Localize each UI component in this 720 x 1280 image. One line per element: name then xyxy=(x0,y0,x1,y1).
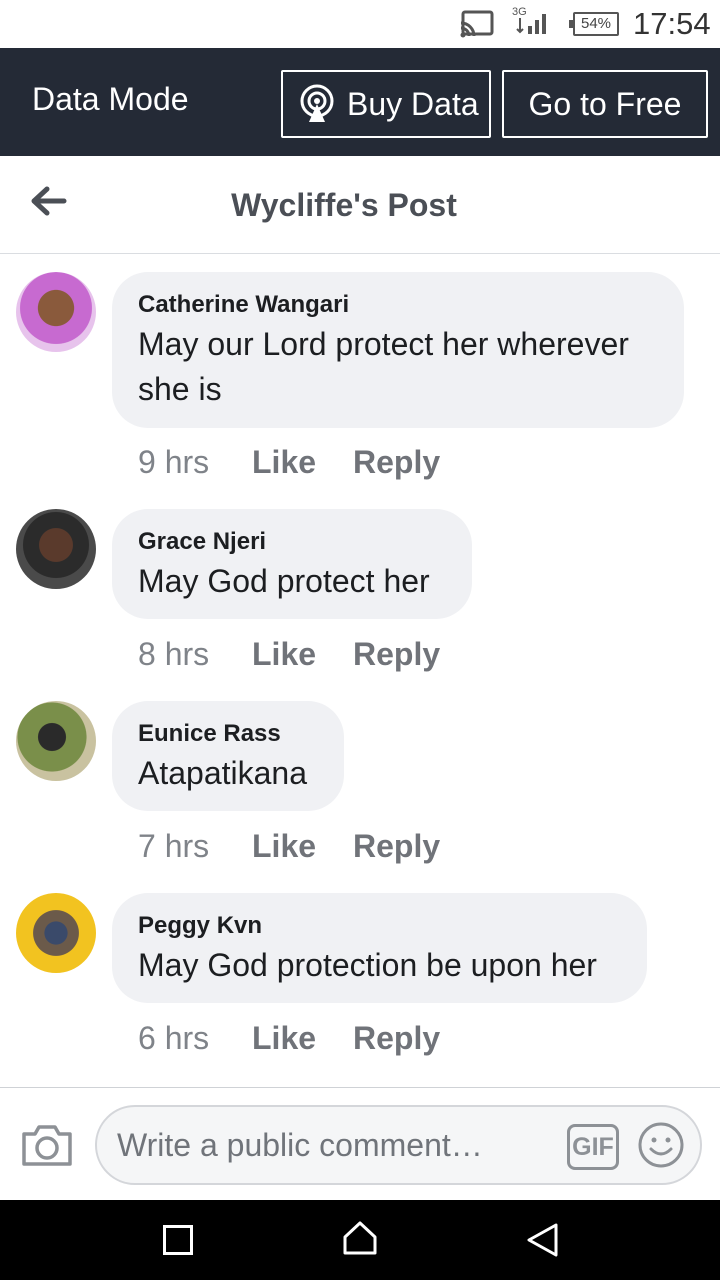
smiley-icon[interactable] xyxy=(637,1121,685,1169)
avatar[interactable] xyxy=(16,893,96,973)
like-button[interactable]: Like xyxy=(252,444,316,480)
go-to-free-button[interactable]: Go to Free xyxy=(502,70,708,138)
commenter-name[interactable]: Grace Njeri xyxy=(138,527,444,557)
comment-text: May God protection be upon her xyxy=(138,947,597,983)
data-mode-label: Data Mode xyxy=(32,81,189,117)
comment-bubble: Eunice Rass Atapatikana xyxy=(112,701,344,811)
gif-icon[interactable]: GIF xyxy=(567,1124,619,1170)
network-type-label: 3G xyxy=(512,6,527,18)
comment-text: May God protect her xyxy=(138,563,430,599)
system-nav-bar xyxy=(0,1200,720,1280)
home-icon[interactable] xyxy=(342,1220,378,1256)
avatar[interactable] xyxy=(16,701,96,781)
buy-data-label: Buy Data xyxy=(347,85,479,122)
comment-input-box[interactable]: GIF xyxy=(95,1105,702,1185)
comment-time: 9 hrs xyxy=(138,444,210,480)
comment-bubble: Grace Njeri May God protect her xyxy=(112,509,472,619)
avatar[interactable] xyxy=(16,509,96,589)
comment-time: 6 hrs xyxy=(138,1020,210,1056)
recents-icon[interactable] xyxy=(163,1225,193,1255)
avatar[interactable] xyxy=(16,272,96,352)
comment-text-continued: she is xyxy=(138,371,222,407)
comment-bubble: Catherine Wangari May our Lord protect h… xyxy=(112,272,684,428)
comment-actions: 7 hrs Like Reply xyxy=(138,828,440,864)
reply-button[interactable]: Reply xyxy=(353,1020,440,1056)
data-mode-bar: Data Mode Buy Data Go to Free xyxy=(0,48,720,156)
cast-icon xyxy=(460,10,494,38)
comment-time: 7 hrs xyxy=(138,828,210,864)
battery-indicator: 54% xyxy=(569,12,619,36)
comment-time: 8 hrs xyxy=(138,636,210,672)
like-button[interactable]: Like xyxy=(252,1020,316,1056)
buy-data-button[interactable]: Buy Data xyxy=(281,70,491,138)
status-bar: 3G 54% 17:54 xyxy=(0,0,720,48)
clock: 17:54 xyxy=(633,6,711,41)
comment-bubble: Peggy Kvn May God protection be upon her xyxy=(112,893,647,1003)
reply-button[interactable]: Reply xyxy=(353,636,440,672)
comment-input[interactable] xyxy=(117,1117,557,1173)
comment-text: Atapatikana xyxy=(138,755,308,791)
comment-actions: 9 hrs Like Reply xyxy=(138,444,440,480)
back-icon[interactable] xyxy=(525,1222,559,1258)
camera-icon[interactable] xyxy=(20,1122,74,1168)
broadcast-icon xyxy=(300,84,334,122)
commenter-name[interactable]: Eunice Rass xyxy=(138,719,316,749)
reply-button[interactable]: Reply xyxy=(353,828,440,864)
comment-composer: GIF xyxy=(0,1087,720,1200)
reply-button[interactable]: Reply xyxy=(353,444,440,480)
commenter-name[interactable]: Catherine Wangari xyxy=(138,290,656,320)
page-title: Wycliffe's Post xyxy=(231,187,457,223)
commenter-name[interactable]: Peggy Kvn xyxy=(138,911,619,941)
post-header: Wycliffe's Post xyxy=(0,156,720,254)
comment-text: May our Lord protect her wherever xyxy=(138,326,629,362)
like-button[interactable]: Like xyxy=(252,636,316,672)
like-button[interactable]: Like xyxy=(252,828,316,864)
comment-actions: 6 hrs Like Reply xyxy=(138,1020,440,1056)
comment-actions: 8 hrs Like Reply xyxy=(138,636,440,672)
signal-icon: 3G xyxy=(512,6,546,34)
